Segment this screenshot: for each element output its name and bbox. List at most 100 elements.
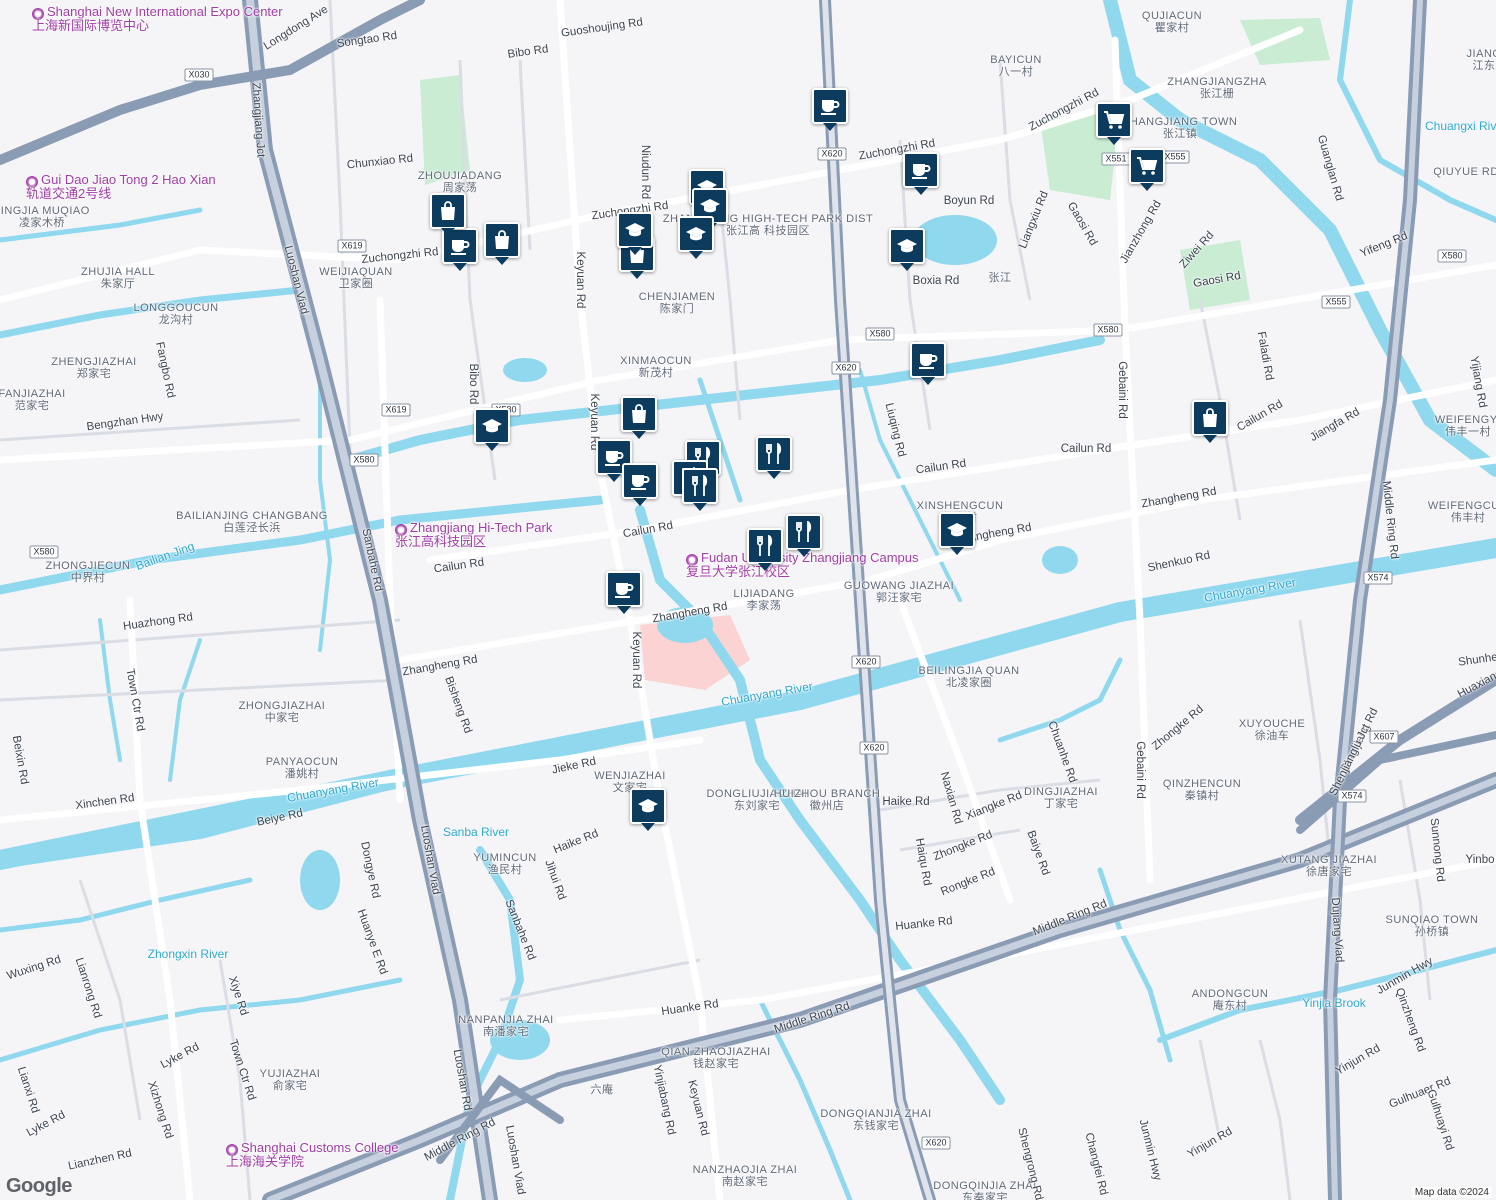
- place-label: PANYAOCUN 潘姚村: [265, 756, 339, 780]
- route-shield: X580: [349, 453, 379, 467]
- place-label: LONGGOUCUN 龙沟村: [133, 302, 219, 326]
- school-marker[interactable]: [889, 228, 925, 272]
- cafe-marker[interactable]: [903, 152, 939, 196]
- route-shield: X607: [1369, 730, 1399, 744]
- route-shield: X620: [921, 1136, 951, 1150]
- place-label: CHENJIAMEN 陈家门: [638, 291, 716, 315]
- marker-tail: [797, 549, 811, 557]
- cafe-icon: [903, 152, 939, 188]
- marker-tail: [689, 251, 703, 259]
- school-marker[interactable]: [630, 788, 666, 832]
- shopping-bag-icon: [430, 193, 466, 229]
- restaurant-marker[interactable]: [747, 528, 783, 572]
- place-label: QINZHENCUN 秦镇村: [1162, 778, 1242, 802]
- restaurant-marker[interactable]: [786, 514, 822, 558]
- shopping-marker[interactable]: [1192, 400, 1228, 444]
- cafe-icon: [910, 342, 946, 378]
- route-shield: X580: [1093, 323, 1123, 337]
- road-label: Yinbo: [1465, 854, 1495, 866]
- water-label: Chuangxi River: [1424, 119, 1496, 133]
- restaurant-marker[interactable]: [756, 436, 792, 480]
- graduation-cap-icon: [474, 408, 510, 444]
- route-shield: X619: [381, 403, 411, 417]
- place-label: DINGJIAZHAI 丁家宅: [1024, 786, 1098, 810]
- poi-label[interactable]: ◉ Shanghai New International Expo Center 上…: [32, 5, 283, 32]
- place-label: DONGQINJIA ZHAI 东秦家宅: [933, 1180, 1037, 1200]
- graduation-cap-icon: [617, 212, 653, 248]
- marker-tail: [607, 474, 621, 482]
- water-label: Yinjia Brook: [1302, 996, 1366, 1010]
- place-label: DONGQIANJIA ZHAI 东钱家宅: [820, 1108, 932, 1132]
- marker-tail: [632, 431, 646, 439]
- place-label: ZHANGJIANG TOWN 张江镇: [1122, 116, 1238, 140]
- place-label: FANJIAZHAI 范家宅: [0, 388, 66, 412]
- road-label: Cailun Rd: [1060, 443, 1112, 455]
- shopping-marker[interactable]: [621, 396, 657, 440]
- grocery-marker[interactable]: [1096, 102, 1132, 146]
- place-label: LIJIADANG 李家荡: [733, 588, 795, 612]
- place-label: BAYICUN 八一村: [990, 54, 1042, 78]
- graduation-cap-icon: [630, 788, 666, 824]
- road-label: Haike Rd: [882, 796, 930, 808]
- fork-knife-icon: [682, 468, 718, 504]
- fork-knife-icon: [786, 514, 822, 550]
- map-attribution[interactable]: Map data ©2024: [1411, 1187, 1492, 1198]
- place-label: GUOWANG JIAZHAI 郭汪家宅: [843, 580, 955, 604]
- marker-tail: [921, 377, 935, 385]
- marker-tail: [633, 498, 647, 506]
- place-label: WEIJIAQUAN 卫家圈: [319, 266, 393, 290]
- school-marker[interactable]: [474, 408, 510, 452]
- school-marker[interactable]: [617, 212, 653, 256]
- graduation-cap-icon: [889, 228, 925, 264]
- marker-tail: [823, 123, 837, 131]
- place-label: BAILIANJING CHANGBANG 白莲泾长浜: [176, 510, 328, 534]
- place-label: SUNQIAO TOWN 孙桥镇: [1385, 914, 1479, 938]
- shopping-cart-icon: [1129, 148, 1165, 184]
- cafe-marker[interactable]: [606, 571, 642, 615]
- marker-tail: [441, 228, 455, 236]
- marker-tail: [628, 247, 642, 255]
- water-label: Zhongxin River: [147, 947, 229, 961]
- place-label: ZHENGJIAZHAI 郑家宅: [51, 356, 137, 380]
- place-label: NANPANJIA ZHAI 南潘家宅: [458, 1014, 554, 1038]
- shopping-cart-icon: [1096, 102, 1132, 138]
- road-label: Boxia Rd: [912, 275, 960, 287]
- poi-label[interactable]: ◉ Gui Dao Jiao Tong 2 Hao Xian 轨道交通2号线: [26, 173, 216, 200]
- cafe-marker[interactable]: [910, 342, 946, 386]
- marker-tail: [693, 503, 707, 511]
- route-shield: X580: [29, 545, 59, 559]
- school-marker[interactable]: [939, 512, 975, 556]
- cafe-icon: [606, 571, 642, 607]
- place-label: WEIFENGYI 伟丰一村: [1434, 414, 1496, 438]
- map-canvas[interactable]: ZHOUJIADANG 周家荡 LINGJIA MUQIAO 凌家木桥 WEIJIAQU…: [0, 0, 1496, 1200]
- poi-label[interactable]: ◉ Zhangjiang Hi-Tech Park 张江高科技园区: [395, 521, 552, 548]
- poi-label[interactable]: ◉ Shanghai Customs College 上海海关学院: [226, 1141, 399, 1168]
- route-shield: X574: [1363, 571, 1393, 585]
- cafe-marker[interactable]: [812, 88, 848, 132]
- place-label: YUJIAZHAI 俞家宅: [259, 1068, 321, 1092]
- route-shield: X620: [831, 361, 861, 375]
- place-label: ZHANGJIANGZHA 张江栅: [1167, 76, 1267, 100]
- route-shield: X619: [337, 239, 367, 253]
- marker-tail: [950, 547, 964, 555]
- marker-tail: [495, 257, 509, 265]
- marker-tail: [900, 263, 914, 271]
- marker-tail: [617, 606, 631, 614]
- place-label: HUIZHOU BRANCH 徽州店: [773, 788, 881, 812]
- shopping-marker[interactable]: [484, 222, 520, 266]
- grocery-marker[interactable]: [1129, 148, 1165, 192]
- marker-tail: [1203, 435, 1217, 443]
- cafe-marker[interactable]: [622, 463, 658, 507]
- road-label: Bibo Rd: [467, 363, 479, 405]
- place-label: NANZHAOJIA ZHAI 南赵家宅: [692, 1164, 798, 1188]
- marker-tail: [453, 263, 467, 271]
- shopping-marker[interactable]: [430, 193, 466, 237]
- road-label: Keyuan Rd: [630, 631, 642, 689]
- road-label: Niudun Rd: [639, 144, 651, 200]
- school-marker[interactable]: [678, 216, 714, 260]
- place-label: JIANG江东: [1466, 48, 1496, 72]
- route-shield: X620: [859, 741, 889, 755]
- restaurant-marker[interactable]: [682, 468, 718, 512]
- google-logo: Google: [6, 1175, 72, 1197]
- shopping-bag-icon: [621, 396, 657, 432]
